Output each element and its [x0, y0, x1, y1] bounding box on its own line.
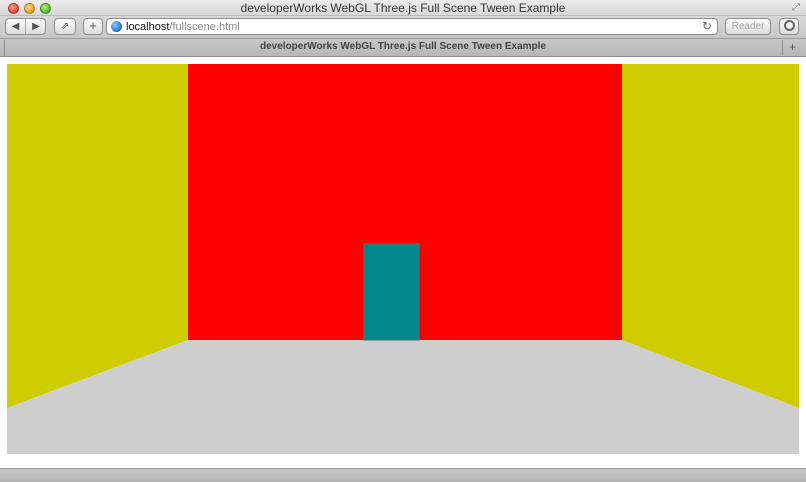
- share-icon: ⇗: [60, 21, 70, 32]
- webgl-scene-canvas[interactable]: [7, 64, 799, 454]
- page-viewport: [0, 57, 806, 468]
- navigation-buttons: ◀ ▶: [5, 18, 46, 35]
- url-path: /fullscene.html: [169, 21, 240, 33]
- browser-toolbar: ◀ ▶ ⇗ + localhost/fullscene.html ↻ Reade…: [0, 16, 806, 38]
- door: [363, 243, 420, 341]
- plus-icon: +: [89, 18, 97, 33]
- globe-icon: [111, 21, 122, 32]
- url-text: localhost/fullscene.html: [126, 20, 240, 34]
- downloads-button[interactable]: [779, 18, 799, 35]
- address-bar[interactable]: localhost/fullscene.html ↻: [106, 18, 718, 35]
- window-title: developerWorks WebGL Three.js Full Scene…: [240, 1, 566, 15]
- share-button[interactable]: ⇗: [54, 18, 76, 35]
- url-host: localhost: [126, 21, 170, 33]
- reader-button[interactable]: Reader: [725, 18, 771, 35]
- new-tab-button[interactable]: +: [782, 40, 802, 55]
- status-bar: [0, 468, 806, 482]
- window-titlebar: developerWorks WebGL Three.js Full Scene…: [0, 0, 806, 16]
- reload-icon[interactable]: ↻: [702, 19, 712, 34]
- fullscreen-icon[interactable]: ⤢: [792, 2, 800, 13]
- download-icon: [783, 20, 795, 31]
- tab-active[interactable]: developerWorks WebGL Three.js Full Scene…: [0, 41, 806, 52]
- back-button[interactable]: ◀: [6, 19, 26, 34]
- forward-button[interactable]: ▶: [26, 19, 46, 34]
- tab-bar: developerWorks WebGL Three.js Full Scene…: [0, 38, 806, 57]
- add-bookmark-button[interactable]: +: [83, 18, 103, 35]
